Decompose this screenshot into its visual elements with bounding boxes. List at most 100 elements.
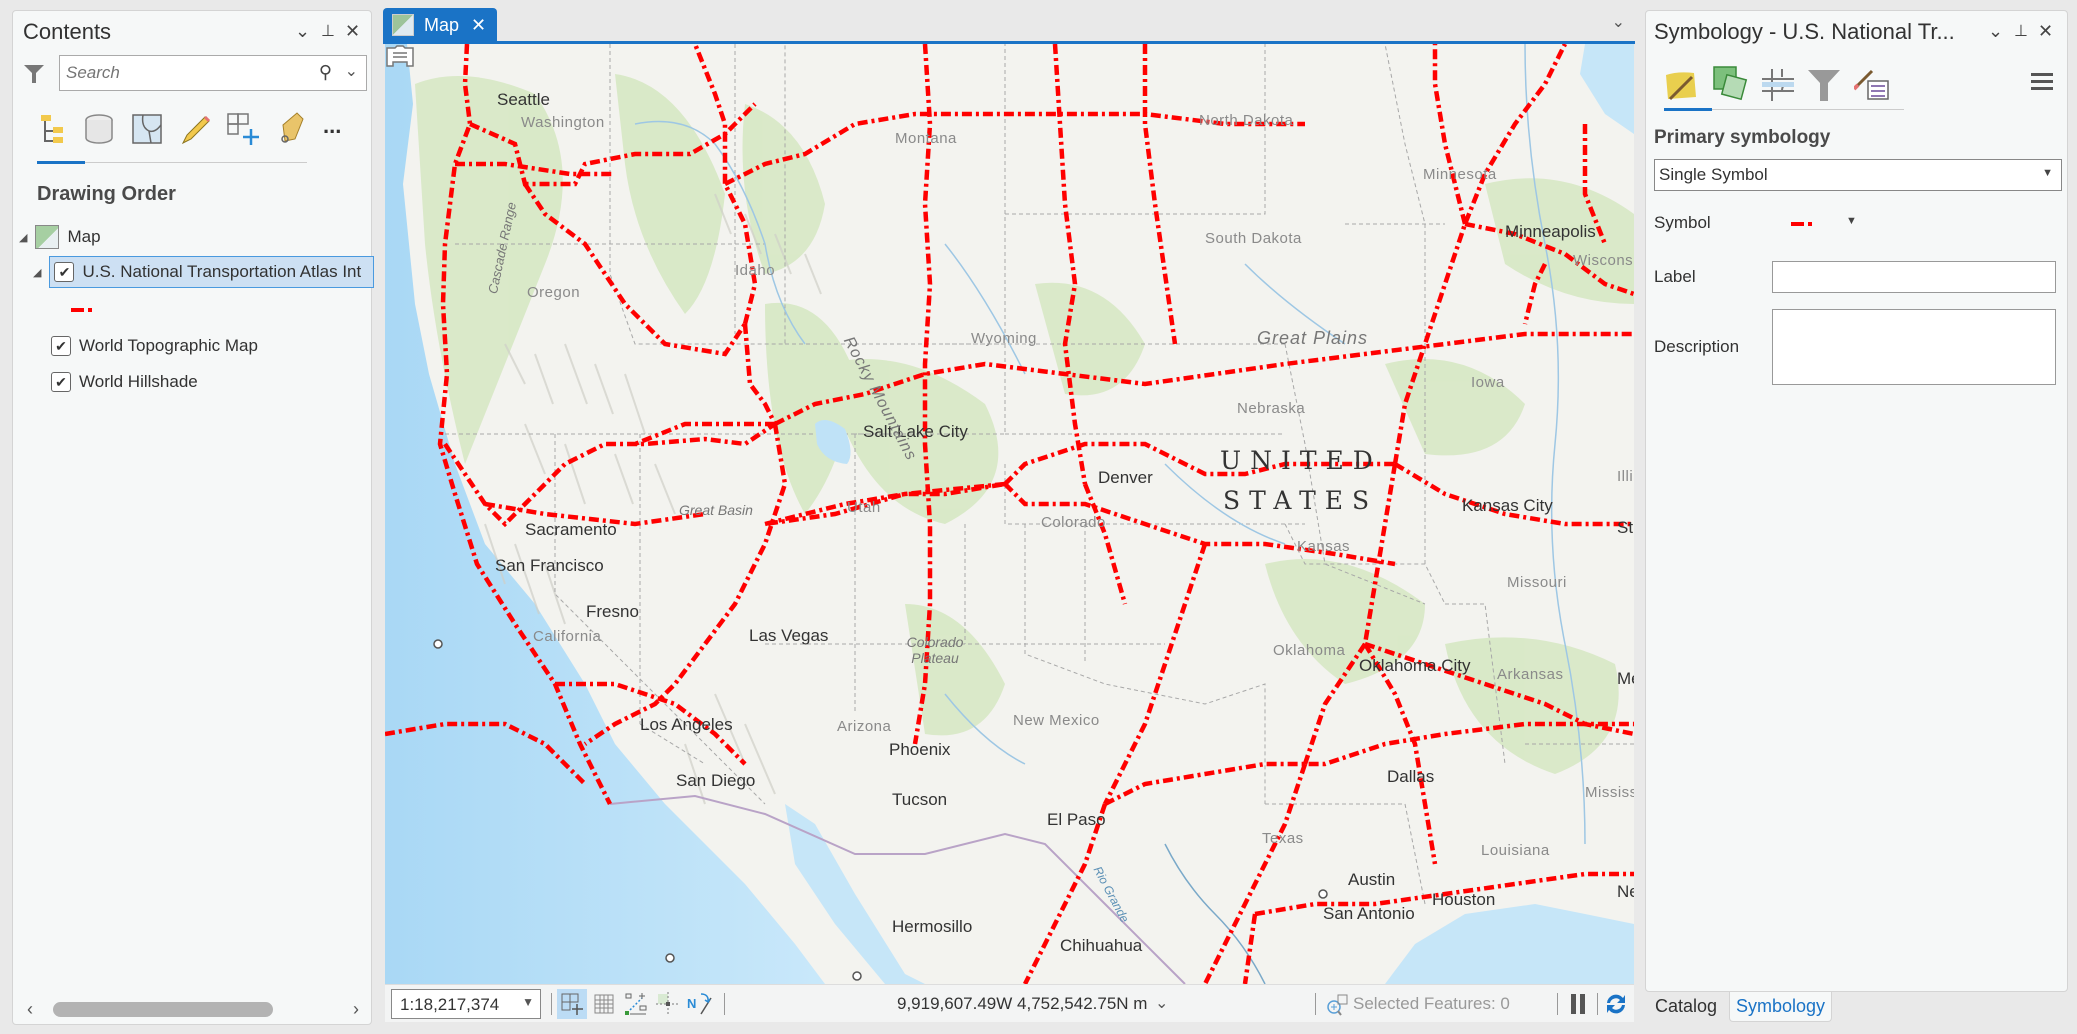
list-by-labeling-icon[interactable] (273, 111, 309, 147)
layer-visibility-checkbox[interactable]: ✔ (51, 336, 71, 356)
pause-drawing-button[interactable] (1563, 989, 1593, 1019)
list-by-drawing-order-icon[interactable] (35, 111, 71, 147)
scrollbar-thumb[interactable] (53, 1002, 273, 1017)
north-arrow-button[interactable]: N (685, 989, 715, 1019)
primary-symbology-icon[interactable] (1664, 67, 1700, 103)
close-icon[interactable]: ✕ (345, 21, 360, 42)
masking-icon[interactable] (1760, 67, 1796, 103)
map-label-state: Nebraska (1237, 400, 1306, 417)
search-box[interactable]: ⚲ ⌄ (59, 55, 367, 91)
map-label-state: Washington (521, 114, 605, 131)
tree-item-label: World Hillshade (79, 372, 198, 391)
tab-symbology[interactable]: Symbology (1729, 992, 1833, 1022)
selected-features-icon[interactable] (1325, 993, 1349, 1017)
tree-item-world-topographic-map[interactable]: ✔ World Topographic Map (51, 331, 258, 361)
horizontal-scrollbar[interactable]: ‹ › (25, 999, 361, 1021)
scroll-left-icon[interactable]: ‹ (27, 999, 33, 1020)
snapping-button[interactable] (557, 989, 587, 1019)
tab-list-chevron-icon[interactable]: ⌄ (1612, 12, 1625, 32)
refresh-button[interactable] (1601, 989, 1631, 1019)
filter-icon[interactable] (23, 63, 45, 85)
symbol-dropdown-icon[interactable]: ▼ (1846, 215, 1857, 227)
list-by-snapping-icon[interactable] (225, 111, 261, 147)
tab-map[interactable]: Map ✕ (383, 8, 497, 42)
map-label-city: Los Angeles (640, 715, 733, 734)
map-label-state: Arizona (837, 718, 892, 735)
map-label-state: Texas (1262, 830, 1304, 847)
selected-features-count: Selected Features: 0 (1353, 994, 1510, 1013)
map-label-state: South Dakota (1205, 230, 1302, 247)
label-input[interactable] (1772, 261, 2056, 293)
map-label-country: STATES (1223, 486, 1379, 515)
correction-icon (625, 993, 647, 1015)
map-label-state: Oregon (527, 284, 581, 301)
list-by-editing-icon[interactable] (177, 111, 213, 147)
description-textarea[interactable] (1772, 309, 2056, 385)
map-view[interactable]: Seattle Minneapolis Salt Lake City Denve… (385, 44, 1634, 984)
expand-triangle-icon[interactable]: ◢ (33, 266, 41, 279)
constraints-button[interactable] (653, 989, 683, 1019)
coordinate-readout: 9,919,607.49W 4,752,542.75N m (897, 994, 1148, 1013)
map-label-state: Montana (895, 130, 957, 147)
map-label-city: Fresno (586, 602, 639, 621)
search-input[interactable] (66, 60, 306, 86)
layer-visibility-checkbox[interactable]: ✔ (54, 262, 75, 282)
contents-title: Contents (23, 19, 112, 44)
map-label-city: Tucson (892, 790, 948, 809)
symbol-classes-icon[interactable] (1854, 67, 1890, 103)
map-icon (392, 14, 414, 36)
map-label-city: Dallas (1387, 767, 1435, 786)
refresh-icon (1607, 994, 1625, 1014)
selected-layer-row[interactable]: ✔ U.S. National Transportation Atlas Int (49, 256, 375, 288)
map-label-city: Denver (1098, 468, 1153, 487)
vary-symbology-icon[interactable] (1806, 67, 1842, 103)
map-label-city: Kansas City (1462, 496, 1553, 515)
map-label-state: Mississippi (1585, 784, 1634, 801)
search-icon[interactable]: ⚲ (319, 62, 332, 83)
list-by-source-icon[interactable] (81, 111, 117, 147)
active-tool-indicator (37, 161, 85, 164)
map-label-state: North Dakota (1199, 112, 1294, 129)
symbol-layers-icon[interactable] (1712, 65, 1748, 101)
tab-catalog[interactable]: Catalog (1649, 992, 1723, 1022)
scroll-right-icon[interactable]: › (353, 999, 359, 1020)
pane-options-chevron-icon[interactable]: ⌄ (1988, 21, 2003, 42)
map-label-city: Phoenix (889, 740, 951, 759)
map-canvas[interactable] (385, 44, 1634, 984)
layer-visibility-checkbox[interactable]: ✔ (51, 372, 71, 392)
scale-selector[interactable]: 1:18,217,374 ▼ (391, 989, 541, 1019)
tree-item-label: U.S. National Transportation Atlas Int (82, 262, 362, 281)
grid-button[interactable] (589, 989, 619, 1019)
coordinate-system-chevron-icon[interactable]: ⌄ (1155, 993, 1168, 1013)
map-label-country: UNITED (1220, 446, 1382, 475)
more-icon[interactable]: ... (323, 113, 359, 149)
options-menu-icon[interactable] (2031, 73, 2053, 93)
expand-triangle-icon[interactable]: ◢ (19, 231, 27, 244)
search-options-chevron-icon[interactable]: ⌄ (345, 61, 358, 81)
scale-dropdown-icon[interactable]: ▼ (522, 995, 534, 1009)
description-field-label: Description (1654, 337, 1740, 356)
map-status-bar: 1:18,217,374 ▼ N 9,919,607.49W 4,752,542… (385, 984, 1634, 1022)
tree-item-transportation-layer[interactable]: ◢ ✔ U.S. National Transportation Atlas I… (33, 256, 375, 288)
close-icon[interactable]: ✕ (2038, 21, 2053, 42)
tree-item-map[interactable]: ◢ Map (19, 222, 101, 252)
pin-icon[interactable]: ⊥ (2014, 21, 2028, 41)
search-row: ⚲ ⌄ (19, 55, 369, 91)
map-tab-bar: Map ✕ ⌄ (383, 6, 1635, 44)
map-label-state: Wisconsin (1573, 252, 1634, 269)
map-label-city: Hermosillo (892, 917, 973, 936)
map-label-city: Me (1617, 669, 1634, 688)
separator (724, 993, 725, 1015)
primary-symbology-select[interactable]: Single Symbol ▼ (1654, 159, 2062, 191)
tab-label: Map (424, 14, 460, 35)
map-label-city: San Diego (676, 771, 756, 790)
close-tab-icon[interactable]: ✕ (471, 15, 486, 36)
pin-icon[interactable]: ⊥ (321, 21, 335, 41)
symbol-preview-button[interactable] (1791, 221, 1815, 227)
list-by-selection-icon[interactable] (129, 111, 165, 147)
correction-button[interactable] (621, 989, 651, 1019)
tree-item-world-hillshade[interactable]: ✔ World Hillshade (51, 367, 198, 397)
separator (1597, 993, 1598, 1015)
map-overview-icon[interactable] (385, 44, 415, 68)
pane-options-chevron-icon[interactable]: ⌄ (295, 21, 310, 42)
